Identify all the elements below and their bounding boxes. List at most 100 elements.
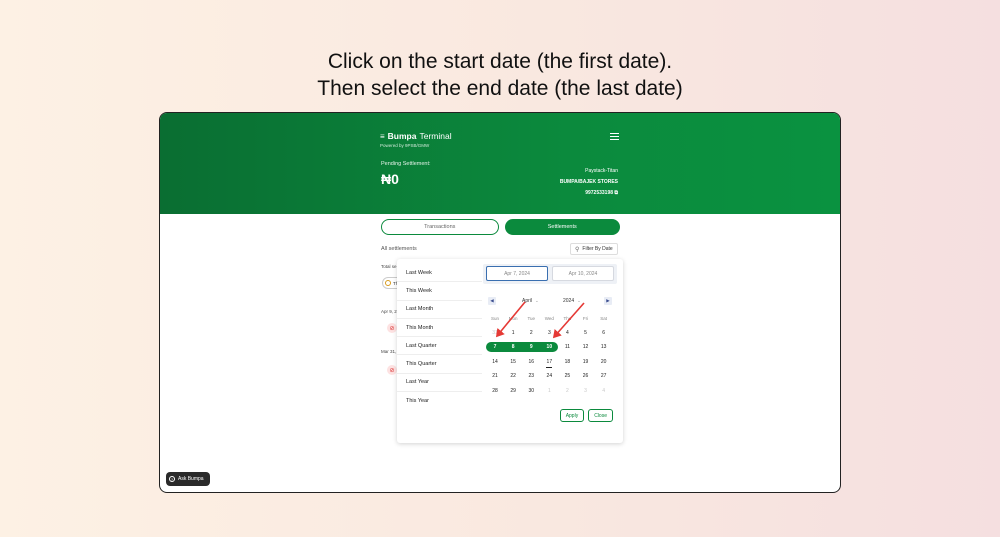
copy-icon[interactable]: ⧉ [614,190,618,196]
settlement-date: Mar 31, [381,349,397,354]
calendar-nav: ◀ April ⌄ 2024 ⌄ ▶ [488,297,612,307]
calendar-day[interactable]: 25 [558,371,576,381]
filter-icon: ⚲ [575,246,580,253]
weekday-label: Sat [600,315,607,321]
calendar-day[interactable]: 26 [576,371,594,381]
filter-label: Filter By Date [582,246,613,252]
calendar-day[interactable]: 20 [595,357,613,367]
end-date-input[interactable]: Apr 10, 2024 [552,266,614,281]
calendar-day[interactable]: 24 [540,371,558,381]
calendar-day[interactable]: 18 [558,357,576,367]
powered-by: Powered by 9PSB/GMW [380,143,430,148]
filter-by-date-button[interactable]: ⚲ Filter By Date [570,243,618,255]
calendar-day[interactable]: 27 [595,371,613,381]
brand-name: Bumpa [387,131,417,141]
account-info: Paystack-Titan BUMPA/BAJEK STORES 997253… [560,166,618,199]
brand-mark-icon: ≡ [380,131,385,141]
calendar-day[interactable]: 1 [504,328,522,338]
failed-status-icon: ⊘ [387,323,397,333]
tab-transactions[interactable]: Transactions [381,219,499,235]
calendar-day[interactable]: 4 [558,328,576,338]
help-icon: ? [169,476,175,482]
filter-actions: Apply Close [559,409,613,422]
preset-list: Last Week This Week Last Month This Mont… [397,264,482,410]
calendar-day[interactable]: 6 [595,328,613,338]
calendar-week: 28 29 30 1 2 3 4 [486,384,614,399]
calendar-day[interactable]: 19 [576,357,594,367]
calendar-day[interactable]: 2 [558,386,576,396]
tab-bar: Transactions Settlements [381,219,620,235]
weekday-header: Sun Mon Tue Wed Thu Fri Sat [486,311,614,326]
preset-last-quarter[interactable]: Last Quarter [397,337,482,356]
calendar-day-in-range[interactable]: 8 [504,342,523,353]
brand-logo: ≡ Bumpa Terminal [380,131,452,141]
calendar-day[interactable]: 3 [540,328,558,338]
calendar-day-range-start[interactable]: 7 [486,342,505,353]
app-window: ≡ Bumpa Terminal Powered by 9PSB/GMW Pen… [159,112,841,493]
calendar-day[interactable]: 1 [540,386,558,396]
preset-last-week[interactable]: Last Week [397,264,482,283]
settlement-date: Apr 9, 2 [381,309,397,314]
calendar-day[interactable]: 5 [576,328,594,338]
month-select[interactable]: April ⌄ [522,298,539,304]
tab-settlements[interactable]: Settlements [504,219,620,235]
pending-settlement-label: Pending Settlement: [381,161,431,167]
preset-this-month[interactable]: This Month [397,319,482,338]
calendar-day[interactable]: 13 [595,342,613,352]
calendar-week: 14 15 16 17 18 19 20 [486,355,614,370]
preset-this-year[interactable]: This Year [397,392,482,410]
calendar-day[interactable]: 4 [595,386,613,396]
total-settlements-label: Total se [381,264,397,269]
calendar-day[interactable]: 14 [486,357,504,367]
calendar-day-today[interactable]: 17 [540,357,558,368]
chevron-down-icon: ⌄ [577,298,581,303]
preset-last-month[interactable]: Last Month [397,301,482,319]
weekday-label: Wed [544,315,554,321]
date-range-inputs: Apr 7, 2024 Apr 10, 2024 [483,264,617,284]
settlements-title: All settlements [381,246,417,252]
provider-name: Paystack-Titan [585,168,618,174]
calendar-day[interactable]: 11 [558,342,576,352]
preset-last-year[interactable]: Last Year [397,374,482,393]
prev-month-icon[interactable]: ◀ [488,297,496,305]
failed-status-icon: ⊘ [387,365,397,375]
calendar-grid: Sun Mon Tue Wed Thu Fri Sat 31 1 2 3 4 5… [486,311,614,398]
weekday-label: Thu [563,315,572,321]
instruction-text: Click on the start date (the first date)… [0,48,1000,102]
calendar-day[interactable]: 3 [576,386,594,396]
brand-suffix: Terminal [419,131,452,141]
preset-this-quarter[interactable]: This Quarter [397,355,482,374]
calendar-day[interactable]: 30 [522,386,540,396]
preset-this-week[interactable]: This Week [397,282,482,301]
clock-icon [385,280,391,286]
calendar-week: 31 1 2 3 4 5 6 [486,326,614,341]
calendar-week: 7 8 9 10 11 12 13 [486,340,614,355]
ask-bumpa-label: Ask Bumpa [178,476,204,482]
weekday-label: Mon [508,315,518,321]
calendar-day[interactable]: 2 [522,328,540,338]
close-button[interactable]: Close [588,409,613,422]
calendar-day[interactable]: 12 [576,342,594,352]
start-date-input[interactable]: Apr 7, 2024 [486,266,548,281]
hamburger-menu-icon[interactable] [610,133,619,141]
weekday-label: Sun [491,315,500,321]
calendar-day-in-range[interactable]: 9 [522,342,541,353]
account-number[interactable]: 9972533198 ⧉ [560,188,618,199]
ask-bumpa-button[interactable]: ? Ask Bumpa [166,472,210,486]
calendar-week: 21 22 23 24 25 26 27 [486,369,614,384]
apply-button[interactable]: Apply [559,409,585,422]
weekday-label: Fri [582,315,589,321]
calendar-day-range-end[interactable]: 10 [540,342,559,353]
calendar-day[interactable]: 15 [504,357,522,367]
year-select[interactable]: 2024 ⌄ [563,298,581,304]
pending-settlement-value: ₦0 [381,171,399,187]
calendar-day[interactable]: 16 [522,357,540,367]
calendar-day[interactable]: 23 [522,371,540,381]
next-month-icon[interactable]: ▶ [604,297,612,305]
calendar-day[interactable]: 28 [486,386,504,396]
app-header: ≡ Bumpa Terminal Powered by 9PSB/GMW Pen… [160,113,840,214]
calendar-day[interactable]: 21 [486,371,504,381]
calendar-day[interactable]: 31 [486,328,504,338]
calendar-day[interactable]: 29 [504,386,522,396]
calendar-day[interactable]: 22 [504,371,522,381]
